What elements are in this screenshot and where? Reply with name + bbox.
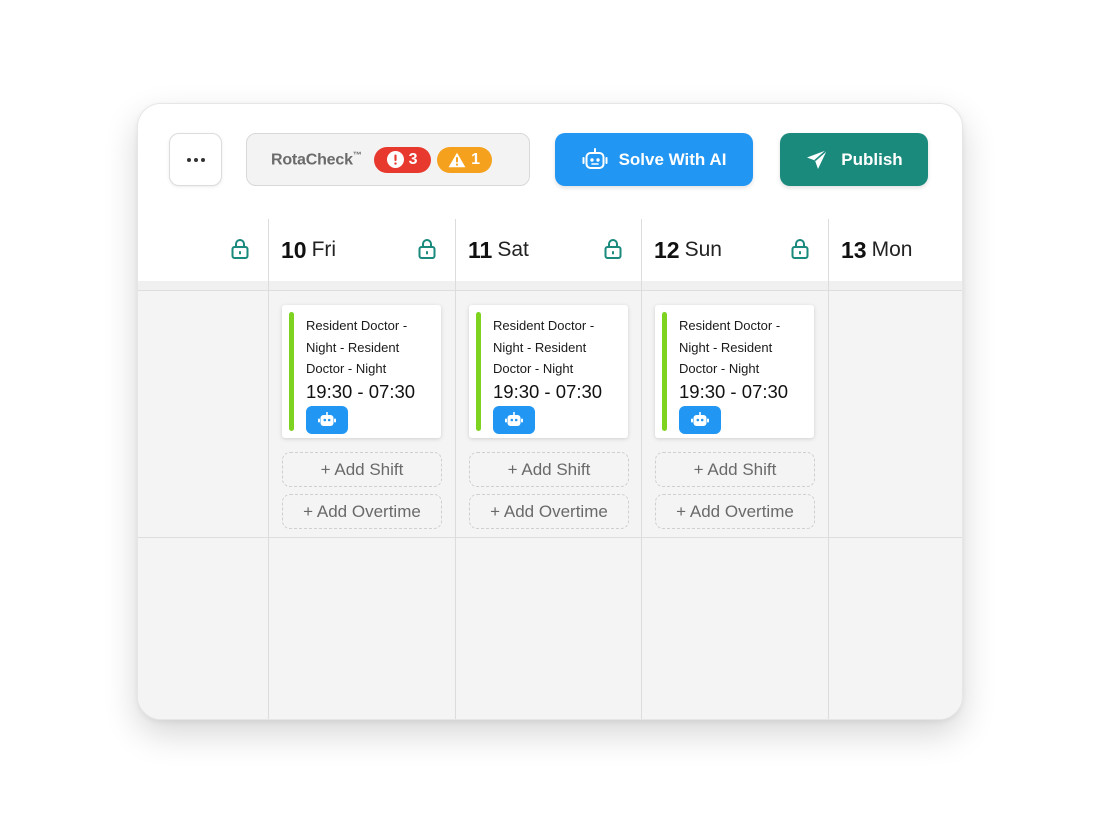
shift-title: Resident Doctor - Night - Resident Docto…	[493, 318, 595, 376]
shift-time: 19:30 - 07:30	[493, 380, 603, 402]
add-overtime-button[interactable]: + Add Overtime	[469, 494, 629, 529]
more-options-button[interactable]	[169, 133, 222, 186]
shift-status-bar	[476, 312, 481, 431]
shift-card[interactable]: Resident Doctor - Night - Resident Docto…	[282, 305, 441, 438]
ai-assigned-button[interactable]	[306, 405, 348, 434]
day-header: 12 Sun	[642, 219, 828, 281]
toolbar: RotaCheck™ 3 1 Solve With AI Publish	[138, 104, 962, 219]
robot-icon	[318, 411, 336, 426]
day-cell[interactable]: Resident Doctor - Night - Resident Docto…	[269, 290, 455, 538]
rota-panel: RotaCheck™ 3 1 Solve With AI Publish 10 …	[137, 103, 963, 720]
ai-assigned-button[interactable]	[679, 405, 721, 434]
rota-grid: u 10 Fri	[138, 219, 962, 719]
day-cell[interactable]	[269, 538, 455, 719]
day-header: 11 Sat	[456, 219, 641, 281]
publish-button[interactable]: Publish	[780, 133, 928, 186]
ai-assigned-button[interactable]	[493, 405, 535, 434]
add-shift-button[interactable]: + Add Shift	[282, 452, 442, 487]
day-cell[interactable]: Resident Doctor - Night - Resident Docto…	[642, 290, 828, 538]
add-shift-button[interactable]: + Add Shift	[655, 452, 815, 487]
shift-status-bar	[289, 312, 294, 431]
ellipsis-icon	[186, 157, 191, 162]
day-name: Sat	[497, 238, 529, 261]
day-number: 10	[281, 236, 307, 263]
day-number: 13	[841, 236, 867, 263]
shift-status-bar	[662, 312, 667, 431]
day-column-sat: 11 Sat Resident Doctor - Night - Residen…	[456, 219, 642, 719]
shift-card[interactable]: Resident Doctor - Night - Resident Docto…	[655, 305, 814, 438]
day-column-fri: 10 Fri Resident Doctor - Night - Residen…	[269, 219, 456, 719]
shift-title: Resident Doctor - Night - Resident Docto…	[679, 318, 781, 376]
robot-icon	[505, 411, 523, 426]
send-icon	[807, 148, 828, 169]
shift-time: 19:30 - 07:30	[306, 380, 416, 402]
day-header: u	[138, 219, 268, 281]
day-column: u	[138, 219, 269, 719]
error-count-badge[interactable]: 3	[373, 146, 431, 173]
lock-icon[interactable]	[790, 238, 810, 260]
day-column-sun: 12 Sun Resident Doctor - Night - Residen…	[642, 219, 829, 719]
day-cell[interactable]	[642, 538, 828, 719]
day-header: 10 Fri	[269, 219, 455, 281]
day-cell[interactable]	[138, 538, 268, 719]
warning-count: 1	[471, 150, 481, 168]
rotacheck-button[interactable]: RotaCheck™ 3 1	[246, 133, 530, 186]
day-cell[interactable]	[456, 538, 641, 719]
day-cell[interactable]: Resident Doctor - Night - Resident Docto…	[456, 290, 641, 538]
day-column-mon: 13 Mon	[829, 219, 962, 719]
day-name: Sun	[684, 238, 722, 261]
day-cell[interactable]	[829, 290, 962, 538]
solve-with-ai-label: Solve With AI	[618, 149, 727, 169]
add-overtime-button[interactable]: + Add Overtime	[282, 494, 442, 529]
error-count: 3	[408, 150, 418, 168]
lock-icon[interactable]	[603, 238, 623, 260]
day-cell[interactable]	[138, 290, 268, 538]
publish-label: Publish	[841, 149, 903, 169]
day-cell[interactable]	[829, 538, 962, 719]
day-name: Mon	[871, 238, 913, 261]
alert-circle-icon	[386, 151, 404, 168]
lock-icon[interactable]	[230, 238, 250, 260]
robot-icon	[582, 147, 608, 169]
day-header: 13 Mon	[829, 219, 962, 281]
warning-triangle-icon	[448, 152, 466, 167]
add-shift-button[interactable]: + Add Shift	[469, 452, 629, 487]
add-overtime-button[interactable]: + Add Overtime	[655, 494, 815, 529]
robot-icon	[691, 411, 709, 426]
lock-icon[interactable]	[417, 238, 437, 260]
day-number: 11	[468, 236, 493, 263]
shift-title: Resident Doctor - Night - Resident Docto…	[306, 318, 408, 376]
day-name: Fri	[311, 238, 337, 261]
warning-count-badge[interactable]: 1	[436, 146, 492, 173]
rotacheck-label: RotaCheck™	[271, 149, 362, 169]
shift-time: 19:30 - 07:30	[679, 380, 789, 402]
solve-with-ai-button[interactable]: Solve With AI	[555, 133, 753, 186]
day-number: 12	[654, 236, 680, 263]
shift-card[interactable]: Resident Doctor - Night - Resident Docto…	[469, 305, 628, 438]
